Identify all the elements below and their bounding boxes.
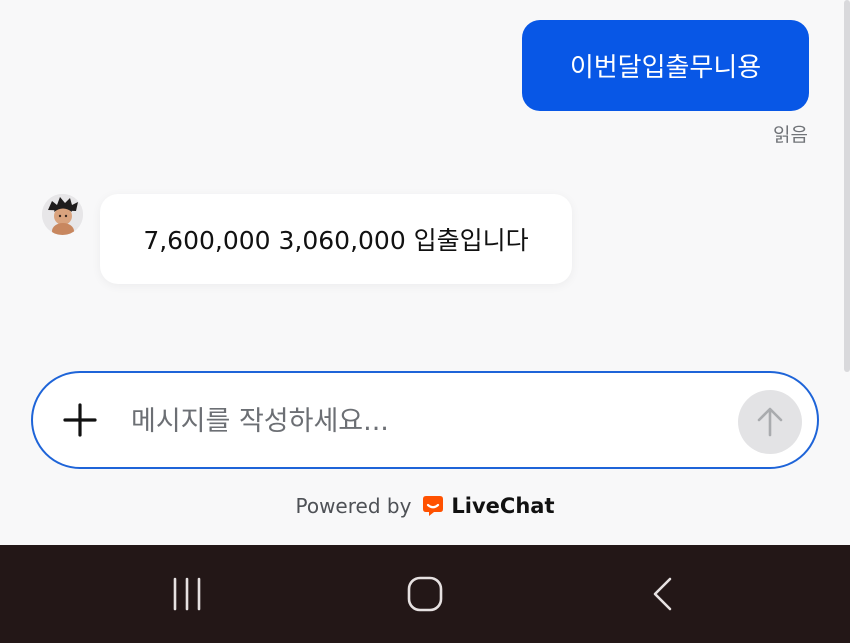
recent-apps-button[interactable] — [157, 569, 217, 619]
back-button[interactable] — [633, 569, 693, 619]
incoming-message-bubble: 7,600,000 3,060,000 입출입니다 — [100, 194, 572, 284]
avatar-image — [42, 194, 83, 235]
livechat-screen: 이번달입출무니용 읽음 7,600,000 3,060,000 입출입니다 메시… — [0, 0, 850, 643]
add-attachment-button[interactable] — [55, 395, 105, 445]
message-input[interactable] — [131, 393, 721, 449]
recent-apps-icon — [173, 577, 201, 611]
home-icon — [407, 576, 443, 612]
livechat-logo-icon — [423, 496, 444, 516]
read-receipt: 읽음 — [773, 124, 808, 146]
message-composer — [31, 371, 819, 469]
system-navigation-bar — [0, 545, 850, 643]
outgoing-message-bubble: 이번달입출무니용 — [522, 20, 809, 111]
livechat-brand-name: LiveChat — [451, 494, 555, 518]
powered-by-footer[interactable]: Powered by LiveChat — [0, 490, 850, 522]
arrow-up-icon — [757, 407, 783, 437]
powered-by-label: Powered by — [295, 494, 412, 518]
back-icon — [653, 577, 672, 611]
outgoing-message-text: 이번달입출무니용 — [569, 53, 762, 83]
plus-icon — [63, 403, 97, 437]
home-button[interactable] — [395, 569, 455, 619]
livechat-brand[interactable]: LiveChat — [421, 494, 555, 518]
send-button[interactable] — [738, 390, 802, 454]
agent-avatar — [42, 194, 83, 235]
scrollbar[interactable] — [844, 0, 850, 372]
incoming-message-text: 7,600,000 3,060,000 입출입니다 — [143, 226, 529, 255]
